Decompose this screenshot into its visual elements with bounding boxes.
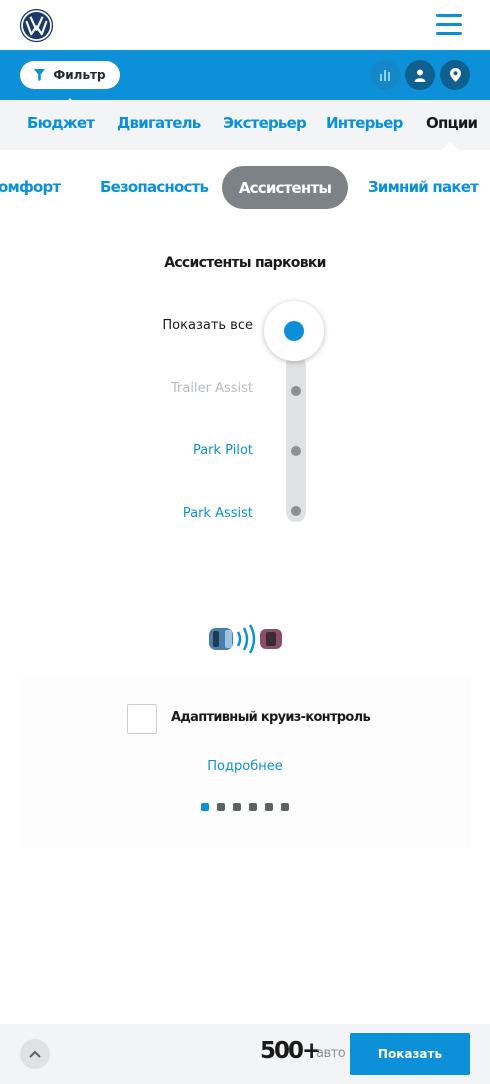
user-icon	[414, 69, 426, 82]
option-trailer-assist: Trailer Assist	[171, 381, 253, 396]
header	[0, 0, 490, 50]
results-count: 500+	[260, 1038, 321, 1064]
subtab-assistants[interactable]: Ассистенты	[222, 166, 348, 209]
subtab-winter-package[interactable]: Зимний пакет	[368, 178, 479, 196]
results-count-unit: авто	[316, 1046, 346, 1061]
hamburger-menu-icon[interactable]	[436, 14, 462, 36]
dealer-map-button[interactable]	[440, 60, 470, 90]
adaptive-cruise-label[interactable]: Адаптивный круиз-контроль	[171, 710, 371, 725]
pagination-dot-3[interactable]	[233, 803, 241, 811]
tab-options[interactable]: Опции	[426, 114, 478, 132]
subtab-comfort[interactable]: омфорт	[0, 178, 61, 196]
pagination-dot-2[interactable]	[217, 803, 225, 811]
dealer-contact-button[interactable]	[405, 60, 435, 90]
results-bar: 500+ авто Показать	[0, 1024, 490, 1084]
tab-engine[interactable]: Двигатель	[117, 114, 201, 132]
active-tab-pointer	[442, 142, 458, 150]
funnel-icon	[34, 69, 46, 81]
vw-logo[interactable]	[19, 8, 54, 43]
parking-slider-knob[interactable]	[264, 301, 324, 361]
option-park-pilot[interactable]: Park Pilot	[193, 443, 253, 458]
filter-button[interactable]: Фильтр	[20, 61, 120, 106]
show-results-button[interactable]: Показать	[350, 1033, 470, 1075]
compare-button[interactable]	[370, 60, 400, 90]
pagination-dot-5[interactable]	[265, 803, 273, 811]
more-details-link[interactable]: Подробнее	[0, 759, 490, 774]
map-pin-icon	[449, 68, 461, 82]
parking-slider-track[interactable]	[286, 355, 306, 522]
pagination-dot-6[interactable]	[281, 803, 289, 811]
carousel-pagination	[201, 803, 289, 811]
pagination-dot-4[interactable]	[249, 803, 257, 811]
slider-step-park-pilot[interactable]	[291, 446, 301, 456]
chevron-up-icon	[29, 1050, 41, 1058]
tab-budget[interactable]: Бюджет	[27, 114, 95, 132]
slider-step-park-assist[interactable]	[291, 506, 301, 516]
category-tabs: Бюджет Двигатель Экстерьер Интерьер Опци…	[0, 100, 490, 150]
slider-step-trailer-assist[interactable]	[291, 386, 301, 396]
option-park-assist[interactable]: Park Assist	[183, 506, 253, 521]
filter-bar: Фильтр	[0, 50, 490, 106]
pagination-dot-1[interactable]	[201, 803, 209, 811]
bar-chart-icon	[380, 70, 390, 81]
scroll-to-top-button[interactable]	[20, 1039, 50, 1069]
adaptive-cruise-checkbox[interactable]	[127, 704, 157, 734]
option-show-all[interactable]: Показать все	[162, 318, 253, 333]
parking-assistants-title: Ассистенты парковки	[164, 255, 326, 271]
subtab-safety[interactable]: Безопасность	[100, 178, 209, 196]
adaptive-cruise-control-icon	[209, 624, 282, 654]
tab-interior[interactable]: Интерьер	[326, 114, 403, 132]
tab-exterior[interactable]: Экстерьер	[223, 114, 307, 132]
filter-button-label: Фильтр	[53, 68, 106, 82]
